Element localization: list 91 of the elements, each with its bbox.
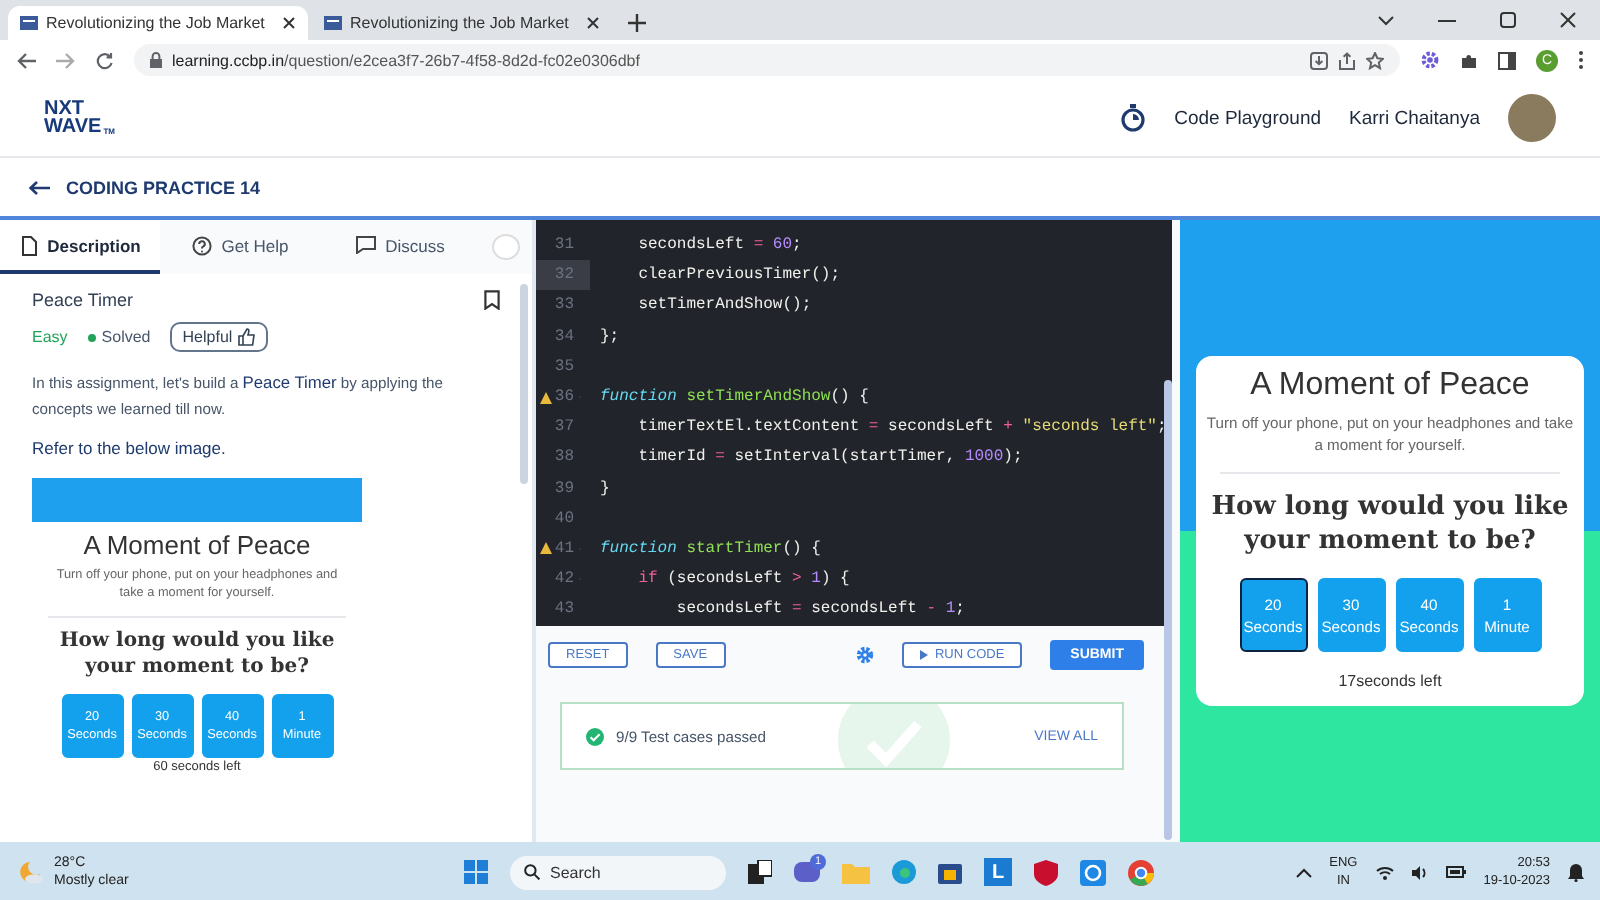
taskbar-search[interactable]: Search [510,855,726,889]
shield-icon[interactable] [1034,859,1058,885]
page-favicon-icon [20,16,38,30]
close-icon[interactable] [586,16,600,30]
star-icon[interactable] [1366,51,1384,69]
code-line: clearPreviousTimer(); [636,266,841,285]
lock-icon [150,52,162,68]
line-number: 34 [552,325,576,350]
user-avatar[interactable] [1508,94,1556,142]
practice-title: CODING PRACTICE 14 [66,177,261,197]
store-icon[interactable] [938,860,962,884]
line-number: 38 [552,446,576,471]
settings-icon[interactable] [856,646,875,664]
line-number: 39 [552,477,576,502]
line-number: 36 [536,381,590,413]
question-heading: How long would you like your moment to be? [57,628,337,680]
line-number: 35 [552,355,576,380]
code-line: timerId = setInterval(startTimer, 1000); [636,448,1023,467]
extension-gear-icon[interactable] [1420,50,1440,70]
help-icon [191,235,212,255]
l-app-icon[interactable]: L [984,858,1012,886]
line-number: 37 [552,416,576,441]
reload-icon[interactable] [96,51,114,69]
line-number: 42 [536,564,590,595]
warning-icon [540,542,552,555]
maximize-icon[interactable] [1500,12,1516,28]
code-line: function startTimer() { [598,539,821,558]
close-icon[interactable] [282,16,296,30]
code-line: if (secondsLeft > 1) { [636,570,850,589]
timer-text: 17seconds left [1338,672,1442,690]
bell-icon[interactable] [1568,863,1584,881]
app-square-icon[interactable] [1080,859,1106,885]
line-number: 43 [552,598,576,623]
thumbs-up-icon [238,328,257,346]
code-line: setTimerAndShow(); [636,296,812,315]
more-menu-icon[interactable] [1578,50,1584,70]
line-number: 41 [536,533,590,565]
chrome-icon[interactable] [1128,859,1154,885]
solved-status: Solved [87,328,151,346]
code-line: secondsLeft = secondsLeft - 1; [674,600,965,619]
app-title: A Moment of Peace [1250,368,1530,404]
share-icon[interactable] [1338,51,1356,69]
line-number: 33 [552,294,576,319]
search-icon [524,864,540,880]
problem-title: Peace Timer [32,290,134,310]
windows-start-icon[interactable] [464,860,488,884]
code-line: }; [598,327,620,346]
battery-icon[interactable] [1445,866,1466,878]
chevron-up-icon[interactable] [1295,867,1312,877]
difficulty-label: Easy [32,328,68,346]
helpful-button[interactable]: Helpful [170,322,269,352]
code-line: secondsLeft = 60; [636,236,802,255]
page-favicon-icon [324,16,342,30]
back-arrow-icon[interactable] [28,179,50,195]
panel-tab[interactable]: Discuss [320,220,480,274]
speaker-icon[interactable] [1411,865,1428,879]
chat-icon [355,236,376,254]
url-text: learning.ccbp.in/question/e2cea3f7-26b7-4f58-8d2d-fc02e0306dbf [172,51,640,69]
check-circle-icon [586,727,604,745]
chevron-down-icon[interactable] [1378,15,1394,25]
page-icon [19,235,38,255]
close-icon[interactable] [1560,12,1576,28]
line-number: 31 [552,234,576,259]
install-icon[interactable] [1310,51,1328,69]
chat-app-icon[interactable] [794,860,820,884]
line-number: 40 [552,507,576,532]
stopwatch-icon[interactable] [1120,104,1147,132]
panel-tab[interactable]: Get Help [160,220,320,274]
line-number: 32 [536,260,590,291]
warning-icon [540,391,552,404]
user-name[interactable]: Karri Chaitanya [1349,107,1480,129]
question-heading: How long would you like your moment to be? [1209,490,1571,558]
code-line: function setTimerAndShow() { [598,388,869,407]
refer-text: Refer to the below image. [32,438,228,458]
new-tab-icon[interactable] [628,14,646,32]
task-view-icon[interactable] [748,860,772,884]
side-panel-icon[interactable] [1498,51,1516,69]
panel-tab[interactable]: Description [0,220,160,274]
code-playground-link[interactable]: Code Playground [1174,107,1322,129]
back-icon[interactable] [16,51,36,69]
code-line: } [598,479,610,498]
address-bar[interactable]: learning.ccbp.in/question/e2cea3f7-26b7-4f58-8d2d-fc02e0306dbf [134,44,1400,76]
browser-tab[interactable]: Revolutionizing the Job Market [312,6,612,40]
wifi-icon[interactable] [1375,865,1394,879]
play-icon [920,650,929,660]
app-title: A Moment of Peace [83,530,311,560]
code-line: timerTextEl.textContent = secondsLeft + "seconds left"; [636,418,1167,437]
code-editor[interactable] [536,220,1172,626]
minimize-icon[interactable] [1438,19,1456,21]
bookmark-icon[interactable] [484,290,500,310]
browser-tab[interactable]: Revolutionizing the Job Market [8,6,308,40]
